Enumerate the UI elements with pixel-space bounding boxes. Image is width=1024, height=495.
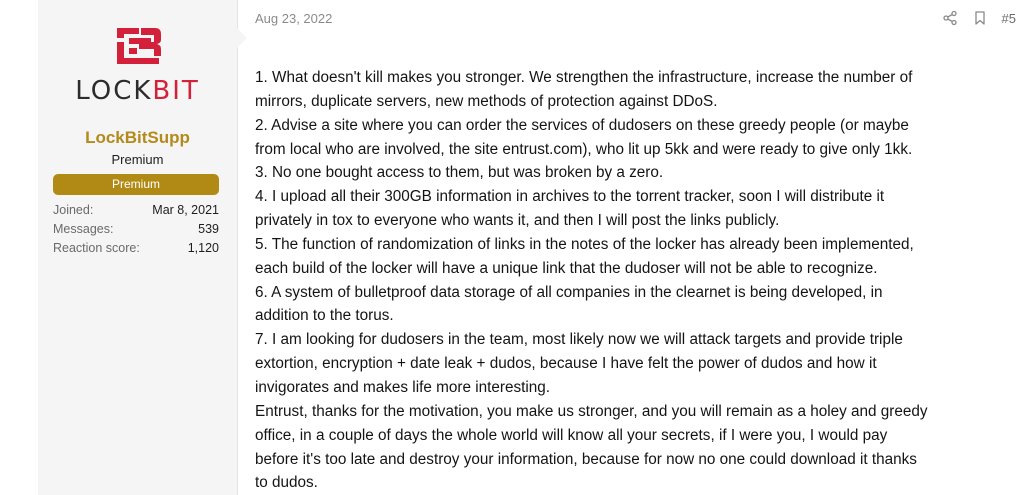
user-title: Premium	[111, 152, 164, 167]
bookmark-icon[interactable]	[972, 10, 988, 26]
post-line: 1. What doesn't kill makes you stronger.…	[255, 69, 913, 86]
post-line: each build of the locker will have a uni…	[255, 259, 878, 277]
stat-reaction-score: Reaction score: 1,120	[53, 241, 219, 259]
post-date[interactable]: Aug 23, 2022	[255, 11, 332, 26]
stat-joined: Joined: Mar 8, 2021	[53, 203, 219, 221]
post-line: 2. Advise a site where you can order the…	[255, 116, 909, 134]
username-link[interactable]: LockBitSupp	[38, 128, 237, 148]
post-line: 4. I upload all their 300GB information …	[255, 188, 885, 206]
avatar[interactable]: LOCKBIT	[38, 12, 237, 120]
stat-value: 1,120	[187, 241, 219, 255]
post-number-link[interactable]: #5	[1002, 11, 1016, 26]
post-line: before it's too late and destroy your in…	[255, 450, 917, 468]
post-line: privately in tox to everyone who wants i…	[255, 212, 780, 230]
user-sidebar: LOCKBIT LockBitSupp Premium Premium Join…	[38, 0, 238, 495]
post-line: from local who are involved, the site en…	[255, 140, 913, 158]
lockbit-logo-icon	[116, 28, 161, 64]
post-line: extortion, encryption + date leak + dudo…	[255, 355, 877, 373]
stat-label: Joined:	[53, 203, 94, 217]
post-line: to dudos.	[255, 474, 318, 492]
stat-value: Mar 8, 2021	[152, 203, 219, 217]
stat-value: 539	[198, 222, 219, 236]
post-line: 3. No one bought access to them, but was…	[255, 164, 664, 182]
post-body: 1. What doesn't kill makes you stronger.…	[255, 66, 1015, 495]
stat-messages: Messages: 539	[53, 222, 219, 240]
post-line: office, in a couple of days the whole wo…	[255, 426, 888, 444]
post-line: 7. I am looking for dudosers in the team…	[255, 331, 903, 349]
stat-label: Reaction score:	[53, 241, 140, 255]
post-actions: #5	[942, 9, 1016, 27]
post-main: Aug 23, 2022 #5 1. What doesn't kill mak…	[238, 0, 1024, 495]
post-line: mirrors, duplicate servers, new methods …	[255, 92, 718, 110]
forum-post: LOCKBIT LockBitSupp Premium Premium Join…	[38, 0, 1024, 495]
user-banner: Premium	[53, 174, 219, 195]
stat-label: Messages:	[53, 222, 114, 236]
post-line: invigorates and makes life more interest…	[255, 378, 551, 396]
post-line: Entrust, thanks for the motivation, you …	[255, 402, 928, 420]
post-line: 6. A system of bulletproof data storage …	[255, 283, 883, 301]
post-line: addition to the torus.	[255, 307, 394, 325]
share-icon[interactable]	[942, 10, 958, 26]
post-line: 5. The function of randomization of link…	[255, 235, 914, 253]
logo-wordmark: LOCKBIT	[75, 76, 200, 106]
